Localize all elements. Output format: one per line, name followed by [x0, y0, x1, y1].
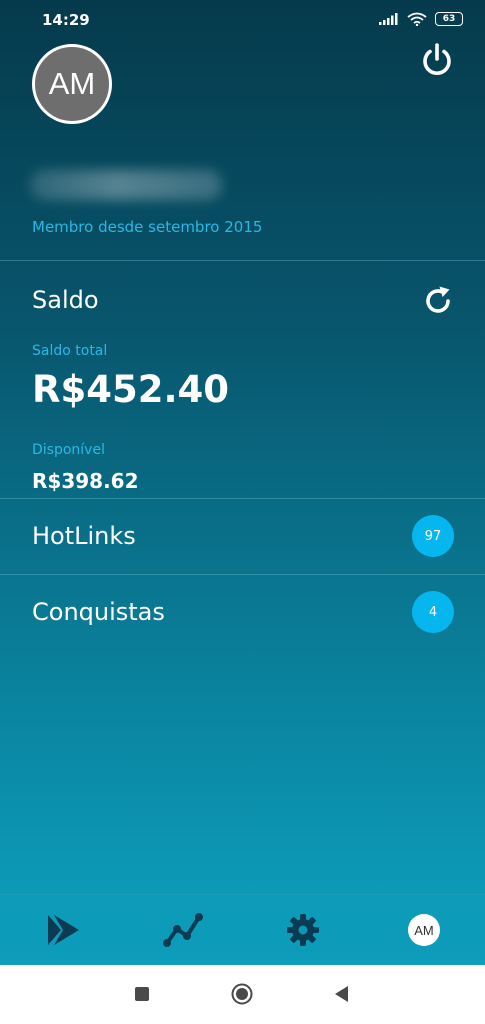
nav-profile[interactable]: AM: [401, 907, 447, 953]
back-button[interactable]: [333, 985, 349, 1003]
battery-icon: 63: [435, 12, 463, 26]
nav-home[interactable]: [40, 907, 86, 953]
nav-settings[interactable]: [280, 907, 326, 953]
user-name-blurred: [30, 170, 222, 200]
total-balance-value: R$452.40: [32, 368, 230, 411]
home-circle-icon: [231, 983, 253, 1005]
bottom-nav: AM: [0, 894, 485, 966]
hotlinks-row[interactable]: HotLinks: [32, 522, 136, 550]
chart-trend-icon: [163, 913, 203, 947]
power-icon[interactable]: [418, 42, 456, 80]
refresh-icon[interactable]: [420, 283, 456, 319]
settings-gear-icon: [287, 914, 319, 946]
wifi-icon: [407, 12, 427, 26]
divider: [0, 574, 485, 575]
back-triangle-icon: [335, 986, 348, 1002]
member-since: Membro desde setembro 2015: [32, 218, 263, 236]
system-nav-bar: [0, 965, 485, 1024]
status-bar: 14:29 63: [0, 0, 485, 40]
conquistas-badge: 4: [412, 591, 454, 633]
home-button[interactable]: [231, 983, 253, 1005]
divider: [0, 498, 485, 499]
recents-button[interactable]: [135, 987, 149, 1001]
divider: [0, 260, 485, 261]
profile-avatar-small: AM: [408, 914, 440, 946]
status-icons: 63: [379, 12, 463, 26]
hotlinks-badge: 97: [412, 515, 454, 557]
available-balance-label: Disponível: [32, 442, 105, 458]
signal-icon: [379, 13, 398, 25]
available-balance-value: R$398.62: [32, 469, 139, 493]
nav-stats[interactable]: [160, 907, 206, 953]
profile-avatar[interactable]: AM: [32, 44, 112, 124]
status-time: 14:29: [42, 11, 90, 29]
total-balance-label: Saldo total: [32, 343, 108, 359]
conquistas-row[interactable]: Conquistas: [32, 598, 165, 626]
play-logo-icon: [48, 915, 79, 945]
app-screen: 14:29 63 AM Membro desde setembro 2015 S…: [0, 0, 485, 1024]
balance-title: Saldo: [32, 286, 99, 314]
